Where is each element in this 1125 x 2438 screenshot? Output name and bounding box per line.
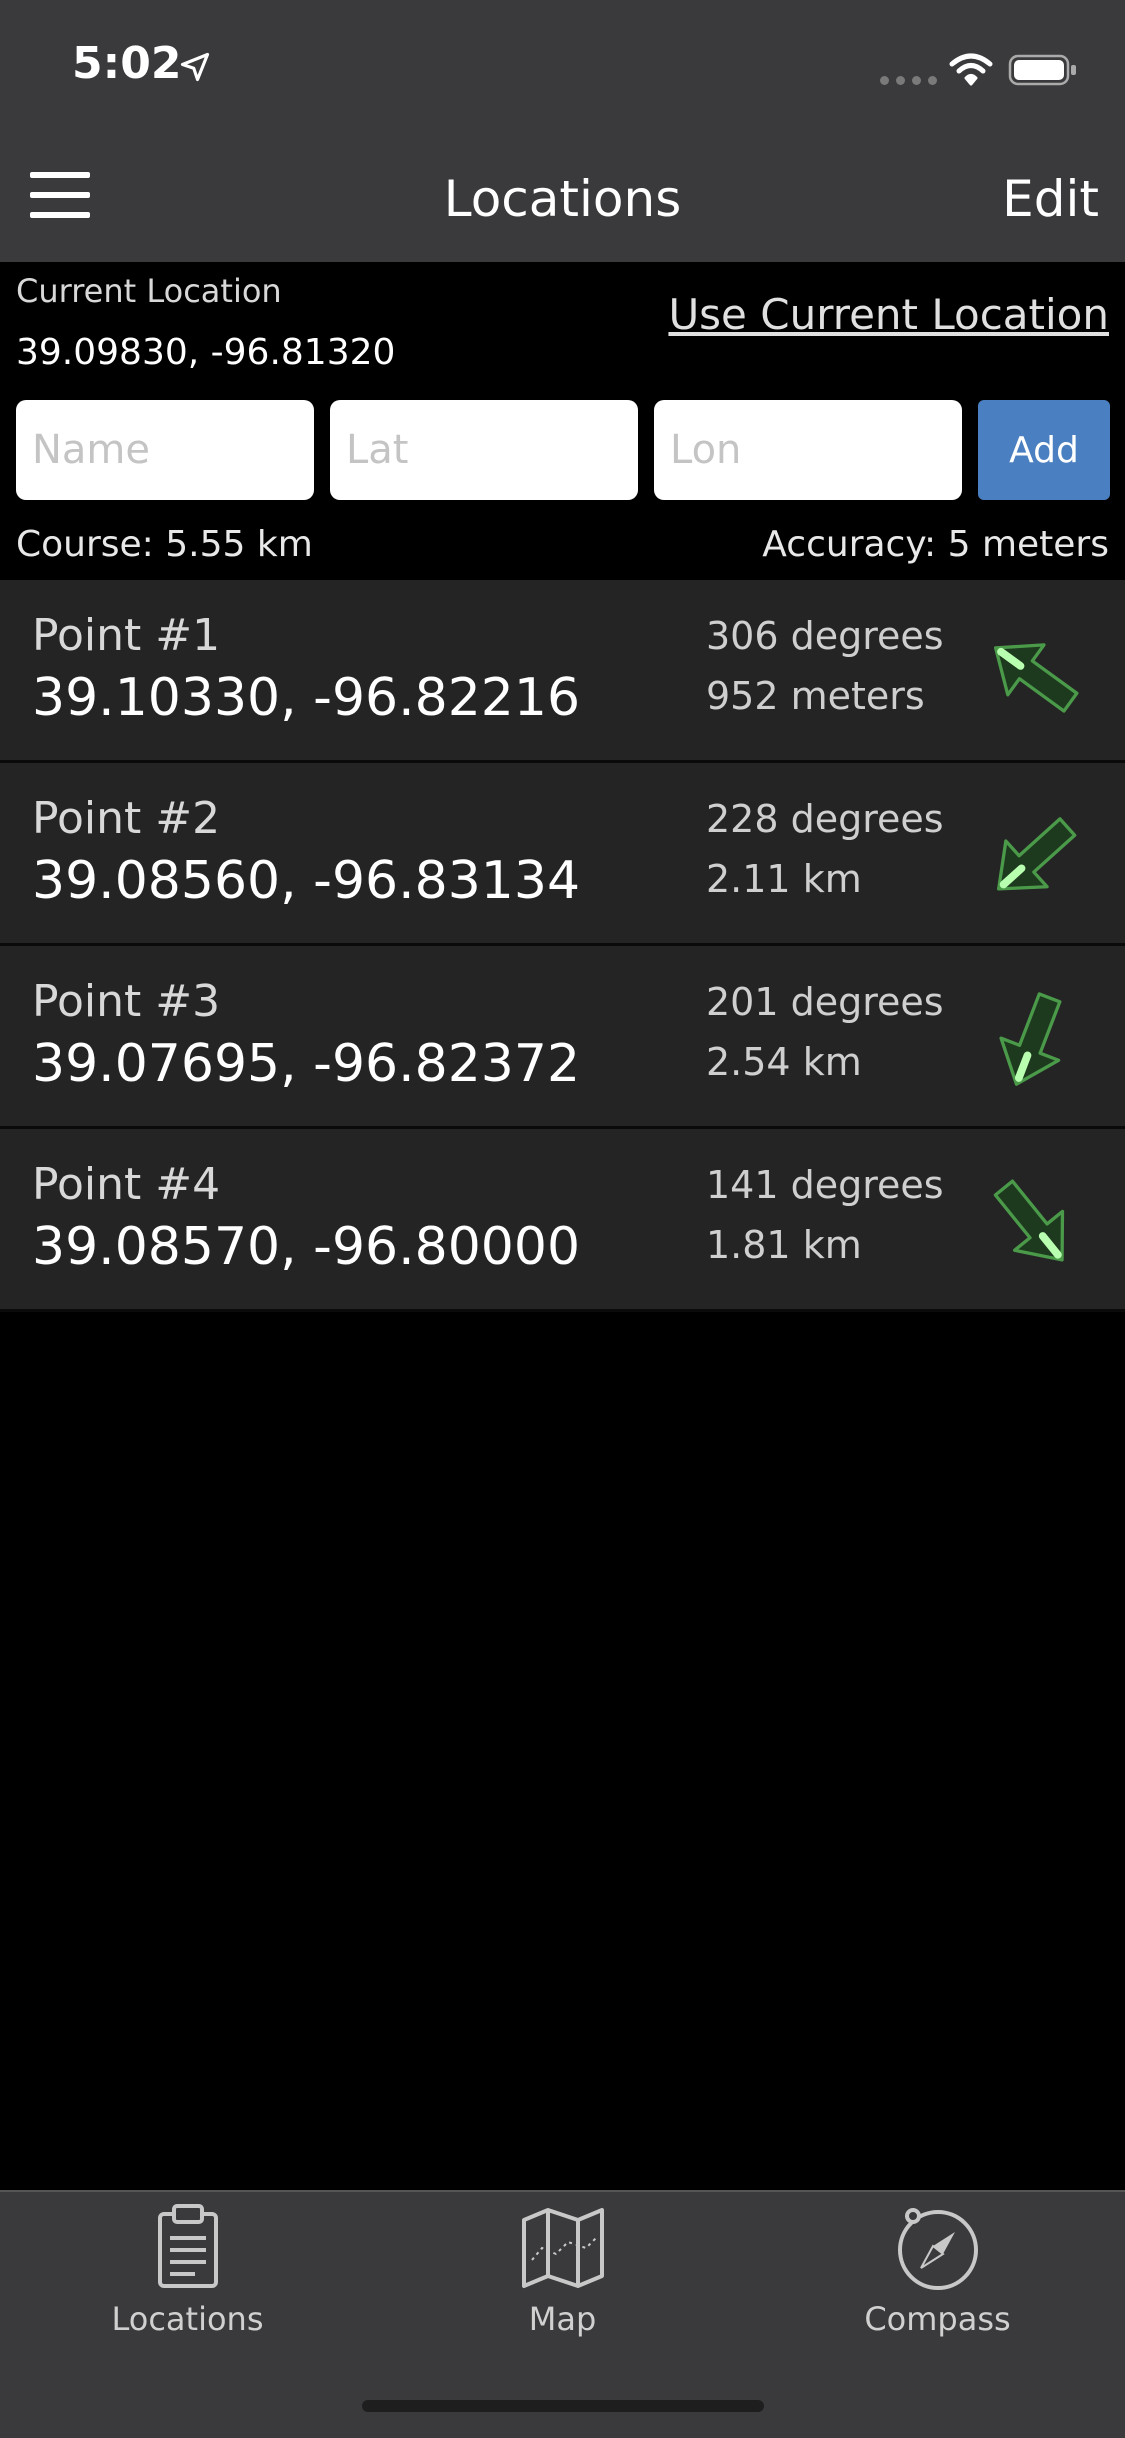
status-time: 5:02 bbox=[72, 38, 182, 89]
point-name: Point #1 bbox=[32, 610, 221, 661]
cellular-signal-icon bbox=[880, 76, 937, 85]
wifi-icon bbox=[949, 53, 993, 86]
tab-map[interactable]: Map bbox=[375, 2202, 750, 2362]
point-distance: 1.81 km bbox=[706, 1223, 862, 1267]
name-input[interactable] bbox=[16, 400, 314, 500]
point-distance: 952 meters bbox=[706, 674, 925, 718]
status-bar: 5:02 bbox=[0, 0, 1125, 132]
point-coords: 39.07695, -96.82372 bbox=[32, 1034, 581, 1094]
direction-arrow-icon bbox=[999, 992, 1062, 1086]
list-item[interactable]: Point #1 39.10330, -96.82216 306 degrees… bbox=[0, 580, 1125, 763]
location-arrow-icon bbox=[180, 52, 210, 82]
direction-arrow-icon bbox=[993, 643, 1079, 713]
lon-input[interactable] bbox=[654, 400, 962, 500]
direction-arrow-icon bbox=[993, 1179, 1065, 1262]
tab-locations[interactable]: Locations bbox=[0, 2202, 375, 2362]
current-location-label: Current Location bbox=[16, 272, 282, 310]
current-location-panel: Current Location 39.09830, -96.81320 Use… bbox=[0, 262, 1125, 580]
lat-input[interactable] bbox=[330, 400, 638, 500]
point-coords: 39.10330, -96.82216 bbox=[32, 668, 581, 728]
point-name: Point #3 bbox=[32, 976, 221, 1027]
point-coords: 39.08570, -96.80000 bbox=[32, 1217, 581, 1277]
point-name: Point #2 bbox=[32, 793, 221, 844]
compass-icon bbox=[897, 2208, 978, 2290]
point-bearing: 201 degrees bbox=[706, 980, 944, 1024]
list-item[interactable]: Point #3 39.07695, -96.82372 201 degrees… bbox=[0, 946, 1125, 1129]
point-coords: 39.08560, -96.83134 bbox=[32, 851, 581, 911]
add-button[interactable]: Add bbox=[978, 400, 1110, 500]
point-bearing: 306 degrees bbox=[706, 614, 944, 658]
clipboard-icon bbox=[157, 2204, 218, 2288]
tab-compass[interactable]: Compass bbox=[750, 2202, 1125, 2362]
tab-label: Map bbox=[528, 2300, 597, 2338]
page-title: Locations bbox=[443, 170, 682, 228]
course-label: Course: 5.55 km bbox=[16, 524, 313, 565]
list-item[interactable]: Point #2 39.08560, -96.83134 228 degrees… bbox=[0, 763, 1125, 946]
accuracy-label: Accuracy: 5 meters bbox=[762, 524, 1109, 565]
direction-arrow-icon bbox=[997, 817, 1077, 891]
points-list: Point #1 39.10330, -96.82216 306 degrees… bbox=[0, 580, 1125, 1312]
navigation-bar: Locations Edit bbox=[0, 132, 1125, 262]
list-item[interactable]: Point #4 39.08570, -96.80000 141 degrees… bbox=[0, 1129, 1125, 1312]
map-icon bbox=[521, 2208, 604, 2288]
home-indicator bbox=[362, 2400, 764, 2412]
tab-label: Locations bbox=[111, 2300, 264, 2338]
point-distance: 2.54 km bbox=[706, 1040, 862, 1084]
point-name: Point #4 bbox=[32, 1159, 221, 1210]
edit-button[interactable]: Edit bbox=[1002, 170, 1099, 228]
point-bearing: 228 degrees bbox=[706, 797, 944, 841]
point-bearing: 141 degrees bbox=[706, 1163, 944, 1207]
point-distance: 2.11 km bbox=[706, 857, 862, 901]
current-location-coords: 39.09830, -96.81320 bbox=[16, 332, 396, 373]
battery-icon bbox=[1008, 54, 1076, 86]
tab-label: Compass bbox=[864, 2300, 1011, 2338]
use-current-location-link[interactable]: Use Current Location bbox=[668, 290, 1109, 339]
